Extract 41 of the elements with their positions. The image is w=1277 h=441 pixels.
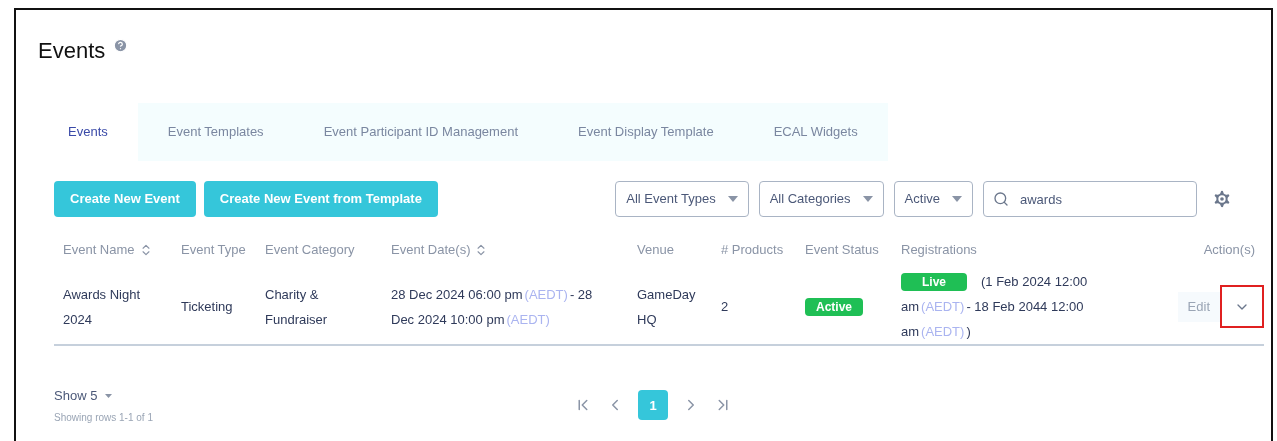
tab[interactable]: Event Templates <box>137 103 294 161</box>
table-cell-text: Live (1 Feb 2024 12:00 am(AEDT)- 18 Feb 2044 12:00 am(AEDT)) <box>901 272 1089 341</box>
column-header[interactable]: Event Date(s) <box>391 240 471 260</box>
column-header: Event Type <box>181 241 246 260</box>
table-cell-text: 28 Dec 2024 06:00 pm(AEDT)- 28 Dec 2024 10:00 pm(AEDT) <box>391 285 594 329</box>
column-header[interactable]: Event Name <box>63 240 135 260</box>
column-header: Event Category <box>265 241 355 260</box>
page-button[interactable]: 1 <box>638 390 668 421</box>
column-header: # Products <box>721 241 784 260</box>
search-icon <box>993 191 1009 207</box>
column-header: Event Status <box>805 241 879 260</box>
settings-icon[interactable] <box>1211 188 1233 210</box>
page-size-dropdown[interactable]: Show 5 <box>54 386 98 406</box>
rows-count: Showing rows 1-1 of 1 <box>54 410 154 425</box>
create-button[interactable]: Create New Event <box>54 181 196 217</box>
column-header: Action(s) <box>1203 241 1255 260</box>
table-cell: Awards Night 2024 <box>63 286 141 327</box>
filter-dropdown[interactable]: Active <box>893 181 973 217</box>
live-badge: Live <box>901 273 967 291</box>
edit-button[interactable]: Edit <box>1177 291 1220 322</box>
caret-icon <box>952 196 962 202</box>
status-badge: Active <box>805 298 864 316</box>
column-header: Registrations <box>901 241 977 260</box>
table-cell: 2 <box>721 299 729 314</box>
help-icon[interactable] <box>113 38 129 53</box>
create-button[interactable]: Create New Event from Template <box>203 181 438 217</box>
column-header: Venue <box>637 241 674 260</box>
filter-dropdown[interactable]: All Event Types <box>615 181 749 217</box>
caret-icon <box>105 393 113 398</box>
page-title: Events <box>38 37 106 65</box>
action-menu-button[interactable] <box>1220 285 1264 328</box>
tab[interactable]: ECAL Widgets <box>743 103 888 161</box>
table-cell: Ticketing <box>181 299 233 314</box>
table-cell: GameDay HQ <box>637 286 696 327</box>
caret-icon <box>862 196 873 202</box>
table-cell: Charity & Fundraiser <box>265 286 328 327</box>
tab[interactable]: Event Display Template <box>548 103 744 161</box>
caret-icon <box>727 196 738 202</box>
tab[interactable]: Event Participant ID Management <box>293 103 548 161</box>
search-field[interactable]: awards <box>983 181 1197 217</box>
filter-dropdown[interactable]: All Categories <box>758 181 884 217</box>
